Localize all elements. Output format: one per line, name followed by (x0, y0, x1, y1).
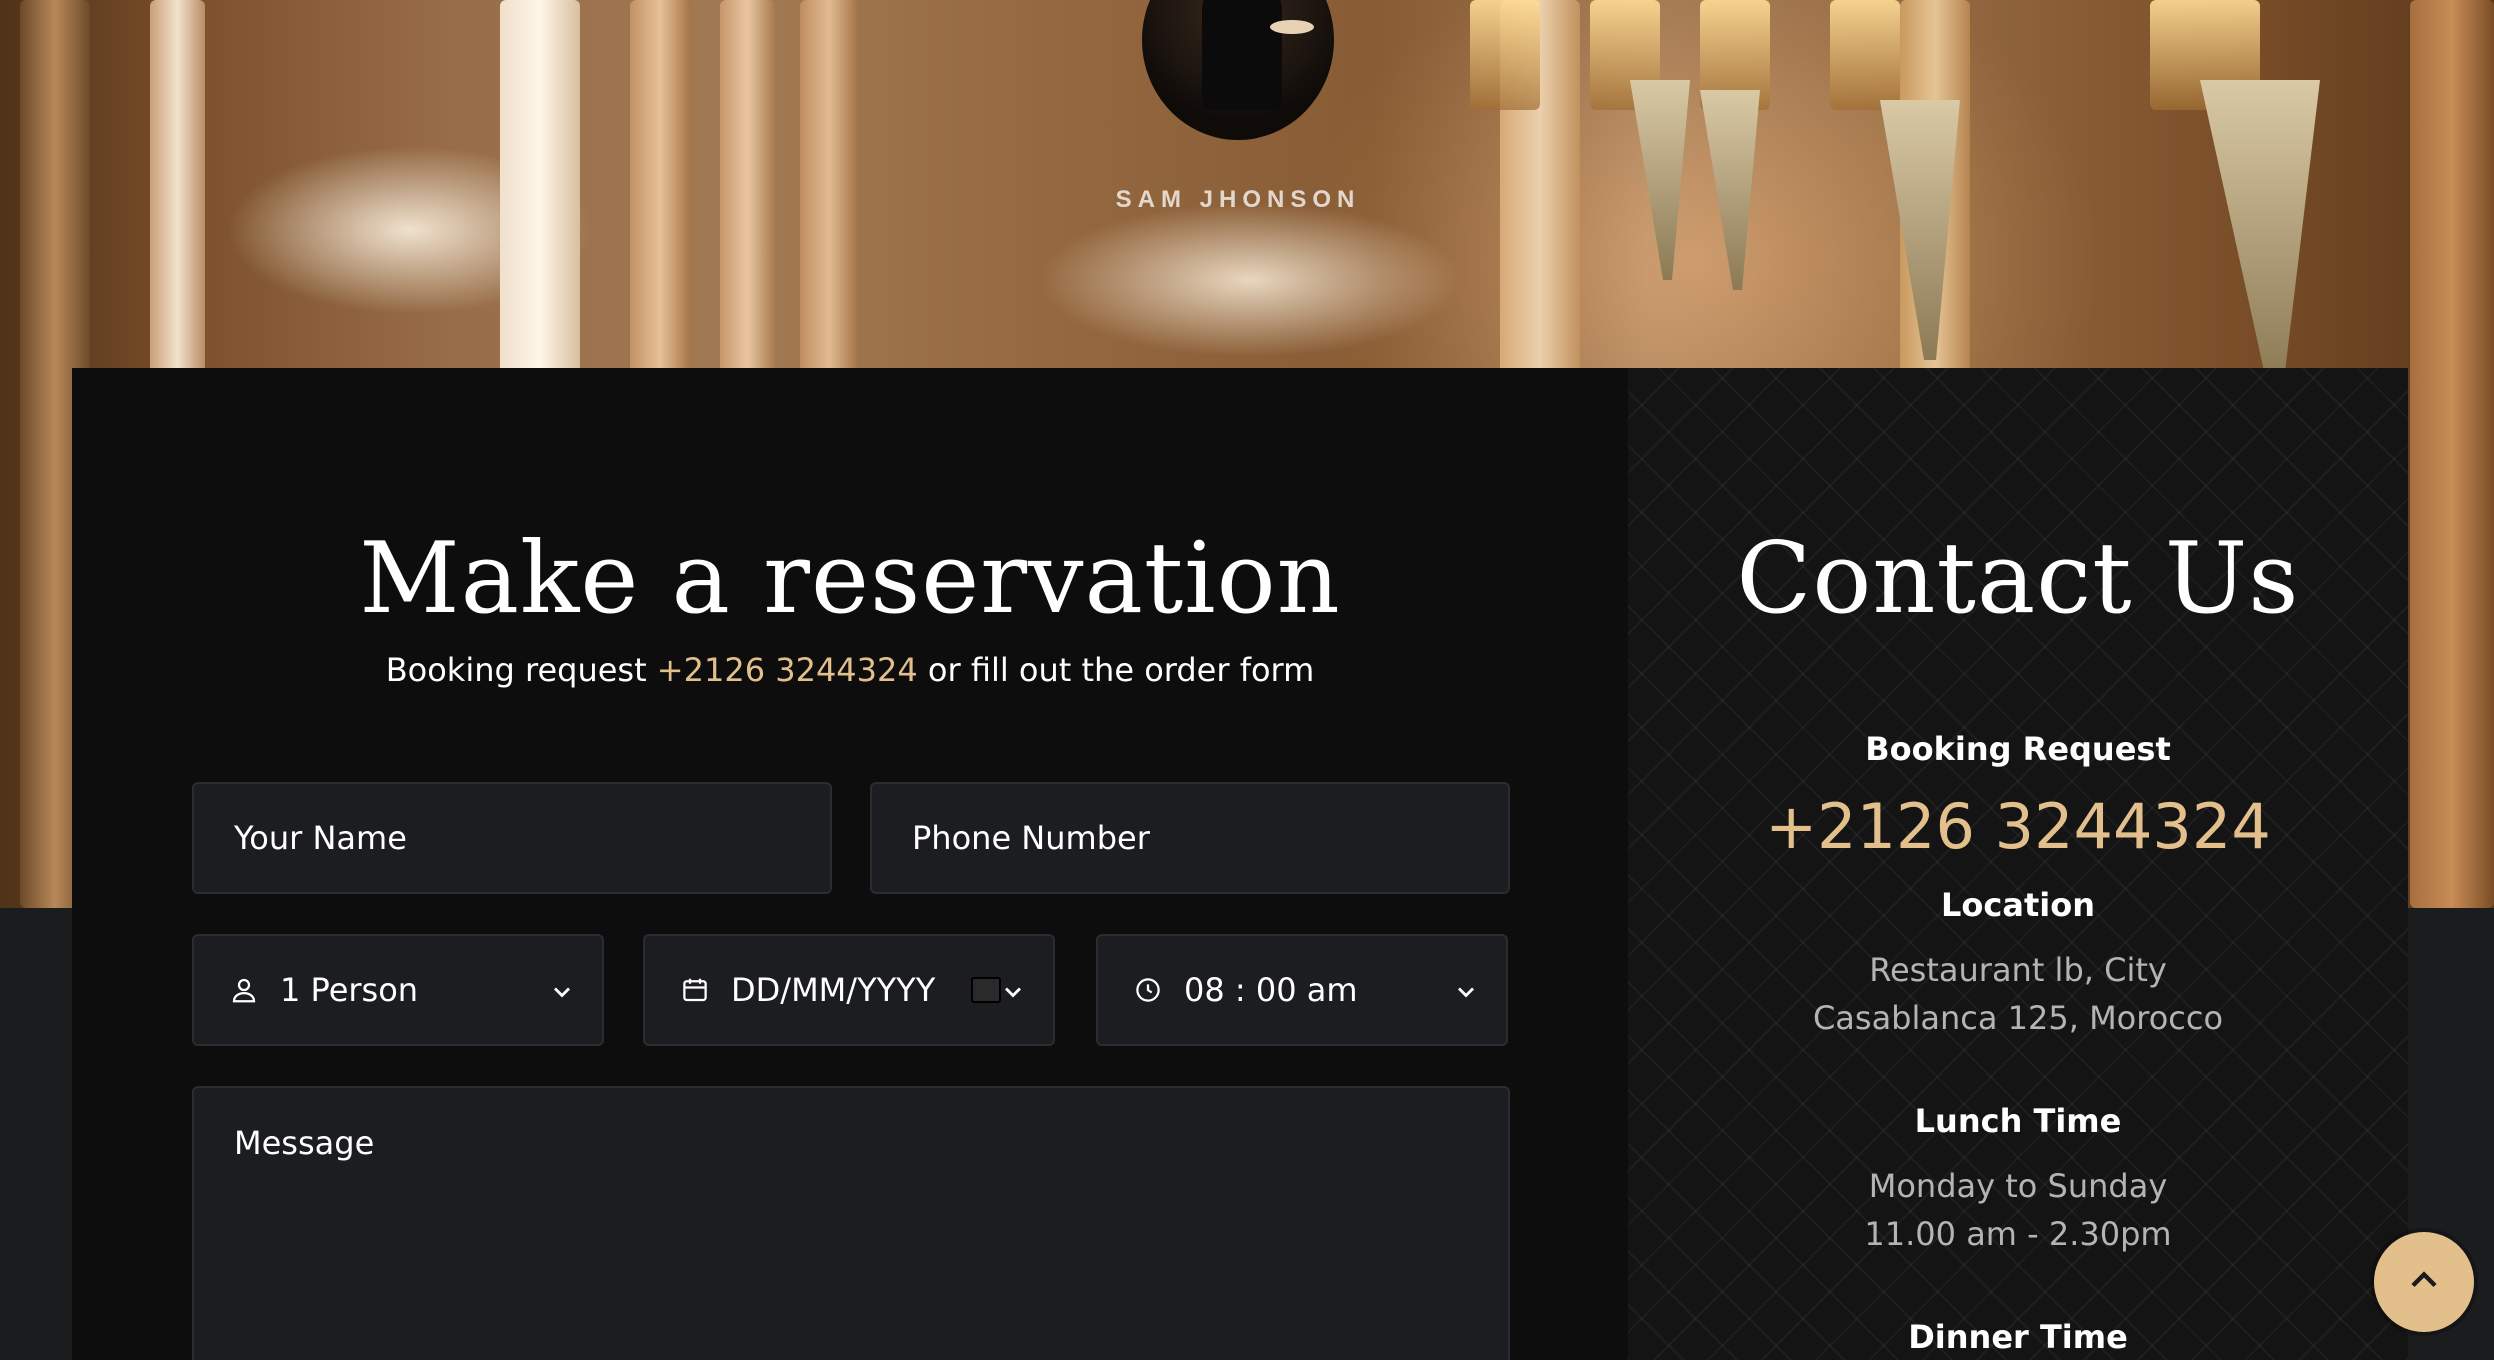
chevron-down-icon (548, 976, 576, 1004)
reservation-subtitle: Booking request +2126 3244324 or fill ou… (72, 651, 1628, 689)
time-value: 08 : 00 am (1184, 971, 1358, 1009)
chevron-down-icon (999, 976, 1027, 1004)
message-placeholder: Message (234, 1124, 375, 1162)
date-picker-button[interactable] (971, 977, 1001, 1003)
location-line-2: Casablanca 125, Morocco (1812, 999, 2224, 1037)
phone-placeholder: Phone Number (912, 819, 1150, 857)
booking-request-label: Booking Request (1865, 730, 2171, 768)
reservation-form: Make a reservation Booking request +2126… (72, 368, 1628, 1360)
reservation-title: Make a reservation (359, 522, 1341, 636)
date-placeholder: DD/MM/YYYY (731, 971, 936, 1009)
contact-section: Contact Us Booking Request +2126 3244324… (1628, 368, 2408, 1360)
time-select[interactable]: 08 : 00 am (1096, 934, 1508, 1046)
phone-input[interactable]: Phone Number (870, 782, 1510, 894)
subtitle-suffix: or fill out the order form (927, 651, 1315, 689)
chevron-up-icon (2402, 1258, 2446, 1306)
date-input[interactable]: DD/MM/YYYY (643, 934, 1055, 1046)
reservation-panel: Make a reservation Booking request +2126… (72, 368, 2408, 1360)
name-input[interactable]: Your Name (192, 782, 832, 894)
subtitle-prefix: Booking request (385, 651, 647, 689)
person-value: 1 Person (280, 971, 419, 1009)
calendar-icon (675, 970, 715, 1010)
lunch-days: Monday to Sunday (1868, 1167, 2168, 1205)
lunch-time-label: Lunch Time (1914, 1102, 2122, 1140)
chevron-down-icon (1452, 976, 1480, 1004)
scroll-to-top-button[interactable] (2374, 1232, 2474, 1332)
name-placeholder: Your Name (234, 819, 407, 857)
contact-phone-link[interactable]: +2126 3244324 (1628, 790, 2408, 863)
location-line-1: Restaurant lb, City (1869, 951, 2167, 989)
lunch-hours: 11.00 am - 2.30pm (1864, 1215, 2172, 1253)
person-select[interactable]: 1 Person (192, 934, 604, 1046)
user-icon (224, 970, 264, 1010)
dinner-time-label: Dinner Time (1908, 1318, 2128, 1356)
booking-phone-link[interactable]: +2126 3244324 (657, 651, 918, 689)
clock-icon (1128, 970, 1168, 1010)
chef-name: SAM JHONSON (1115, 186, 1361, 213)
location-label: Location (1941, 886, 2095, 924)
message-textarea[interactable]: Message (192, 1086, 1510, 1360)
contact-title: Contact Us (1736, 522, 2300, 636)
